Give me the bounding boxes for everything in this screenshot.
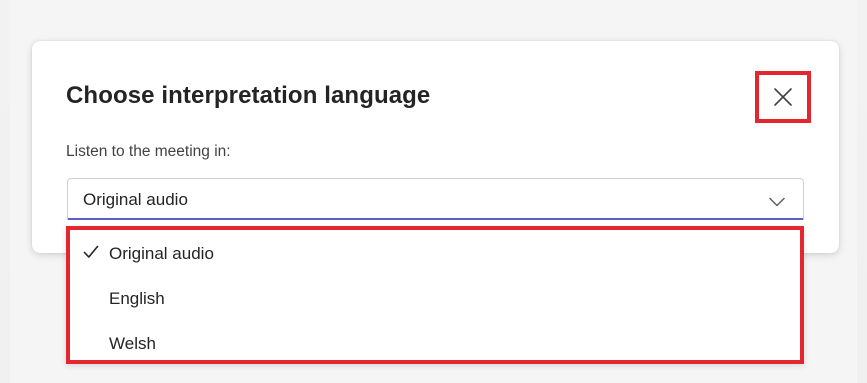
select-current-value: Original audio [83, 190, 188, 209]
checkmark-icon [83, 245, 99, 264]
dialog-title: Choose interpretation language [66, 82, 431, 109]
listen-language-label: Listen to the meeting in: [66, 143, 231, 160]
option-label: Welsh [109, 334, 156, 353]
close-icon [774, 88, 792, 106]
option-original-audio[interactable]: Original audio [70, 232, 800, 276]
language-options-list: Original audio English Welsh [66, 226, 804, 364]
interpretation-language-select[interactable]: Original audio [67, 178, 804, 220]
option-welsh[interactable]: Welsh [70, 322, 800, 366]
option-label: Original audio [109, 244, 214, 263]
option-english[interactable]: English [70, 277, 800, 321]
interpretation-language-dialog: Choose interpretation language Listen to… [32, 41, 839, 253]
close-button[interactable] [755, 71, 811, 123]
chevron-down-icon [769, 194, 785, 212]
option-label: English [109, 289, 165, 308]
